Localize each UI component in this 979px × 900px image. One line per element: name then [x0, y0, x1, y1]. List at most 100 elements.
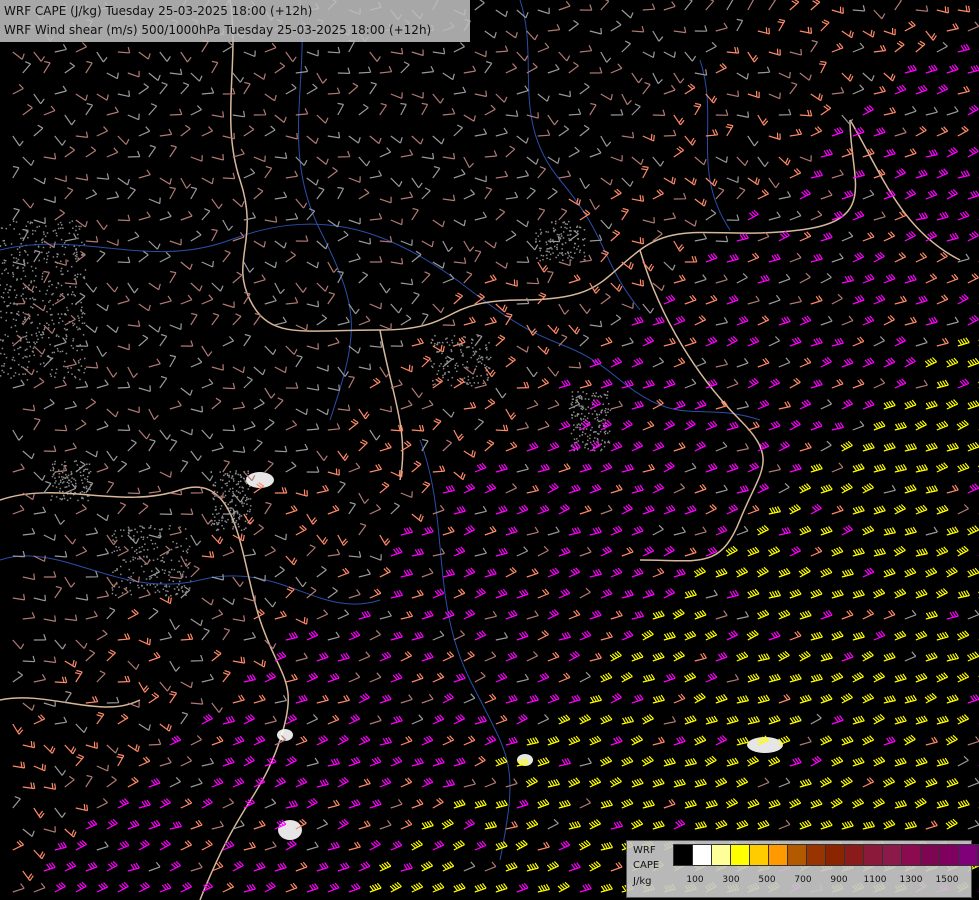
wind-barb	[369, 302, 382, 310]
wind-barb	[505, 441, 518, 452]
terrain-dot	[83, 491, 86, 494]
wind-barb	[588, 819, 602, 830]
terrain-dot	[249, 508, 251, 511]
terrain-dot	[52, 485, 54, 487]
wind-barb	[789, 377, 801, 389]
wind-barb	[85, 774, 93, 788]
wind-barb	[568, 609, 581, 620]
wind-barb	[715, 235, 729, 243]
wind-barb	[43, 105, 56, 116]
terrain-dot	[245, 513, 248, 516]
terrain-dot	[1, 347, 4, 350]
terrain-dot	[586, 435, 589, 438]
terrain-dot	[81, 348, 83, 351]
wind-barb	[925, 652, 938, 662]
wind-barb	[925, 149, 939, 158]
wind-barb	[75, 804, 89, 812]
terrain-dot	[111, 535, 114, 537]
terrain-dot	[243, 502, 245, 505]
wind-barb	[274, 862, 287, 872]
wind-barb	[631, 156, 644, 166]
terrain-dot	[111, 551, 113, 554]
wind-barb	[463, 650, 475, 662]
wind-barb	[54, 513, 66, 525]
terrain-dot	[72, 347, 74, 349]
wind-barb	[967, 146, 979, 158]
terrain-dot	[244, 480, 246, 482]
wind-barb	[274, 566, 285, 578]
wind-barb	[768, 464, 782, 473]
wind-barb	[747, 336, 760, 347]
terrain-dot	[1, 227, 3, 229]
terrain-dot	[26, 341, 29, 343]
wind-barb	[421, 187, 431, 200]
wind-barb	[558, 420, 571, 431]
wind-barb	[421, 240, 434, 248]
terrain-dot	[566, 223, 568, 226]
wind-barb	[22, 61, 32, 74]
wind-barb	[883, 568, 896, 578]
terrain-dot	[154, 586, 157, 588]
terrain-dot	[76, 255, 78, 258]
terrain-dot	[140, 550, 142, 553]
terrain-dot	[121, 580, 123, 582]
wind-barb	[327, 714, 340, 725]
terrain-dot	[214, 484, 216, 487]
terrain-dot	[60, 273, 63, 276]
wind-barb	[904, 189, 917, 200]
terrain-dot	[582, 391, 584, 393]
terrain-dot	[234, 504, 237, 507]
terrain-dot	[75, 248, 77, 251]
wind-barb	[915, 548, 929, 557]
wind-barb	[757, 189, 770, 200]
wind-barb	[138, 589, 151, 599]
wind-barb	[537, 714, 550, 725]
wind-barb	[180, 633, 194, 641]
wind-barb	[547, 324, 560, 335]
wind-barb	[159, 128, 173, 137]
terrain-dot	[436, 373, 438, 375]
terrain-dot	[162, 556, 164, 559]
terrain-dot	[216, 491, 219, 494]
terrain-dot	[49, 299, 51, 302]
wind-barb	[873, 378, 886, 389]
terrain-dot	[227, 518, 229, 521]
terrain-dot	[579, 424, 581, 426]
legend-swatch	[920, 844, 940, 866]
wind-barb	[169, 186, 177, 200]
terrain-dot	[75, 460, 78, 462]
terrain-dot	[59, 227, 62, 229]
wind-barb	[452, 839, 465, 851]
terrain-dot	[80, 365, 83, 367]
wind-barb	[64, 534, 77, 545]
wind-barb	[505, 566, 517, 578]
terrain-dot	[156, 558, 159, 560]
wind-barb	[369, 135, 382, 145]
terrain-dot	[45, 293, 47, 295]
terrain-dot	[80, 225, 82, 228]
wind-barb	[736, 443, 750, 452]
terrain-dot	[597, 439, 599, 441]
terrain-dot	[65, 352, 68, 355]
wind-barb	[369, 839, 381, 851]
terrain-dot	[138, 586, 140, 589]
terrain-dot	[86, 495, 89, 497]
terrain-dot	[70, 491, 72, 493]
wind-barb	[495, 756, 508, 767]
wind-barb	[883, 357, 896, 368]
wind-barb	[641, 714, 654, 725]
terrain-dot	[51, 475, 54, 478]
terrain-dot	[16, 312, 18, 315]
terrain-dot	[25, 338, 28, 340]
terrain-dot	[546, 248, 548, 250]
legend-swatch	[787, 844, 807, 866]
wind-barb	[768, 132, 781, 141]
wind-barb	[463, 525, 476, 536]
legend-swatch	[863, 844, 883, 866]
terrain-dot	[4, 288, 7, 290]
wind-barb	[421, 312, 429, 326]
legend-unit-label: J/kg	[633, 876, 652, 887]
terrain-dot	[583, 251, 585, 254]
wind-barb	[526, 651, 539, 662]
wind-barb	[861, 693, 875, 704]
